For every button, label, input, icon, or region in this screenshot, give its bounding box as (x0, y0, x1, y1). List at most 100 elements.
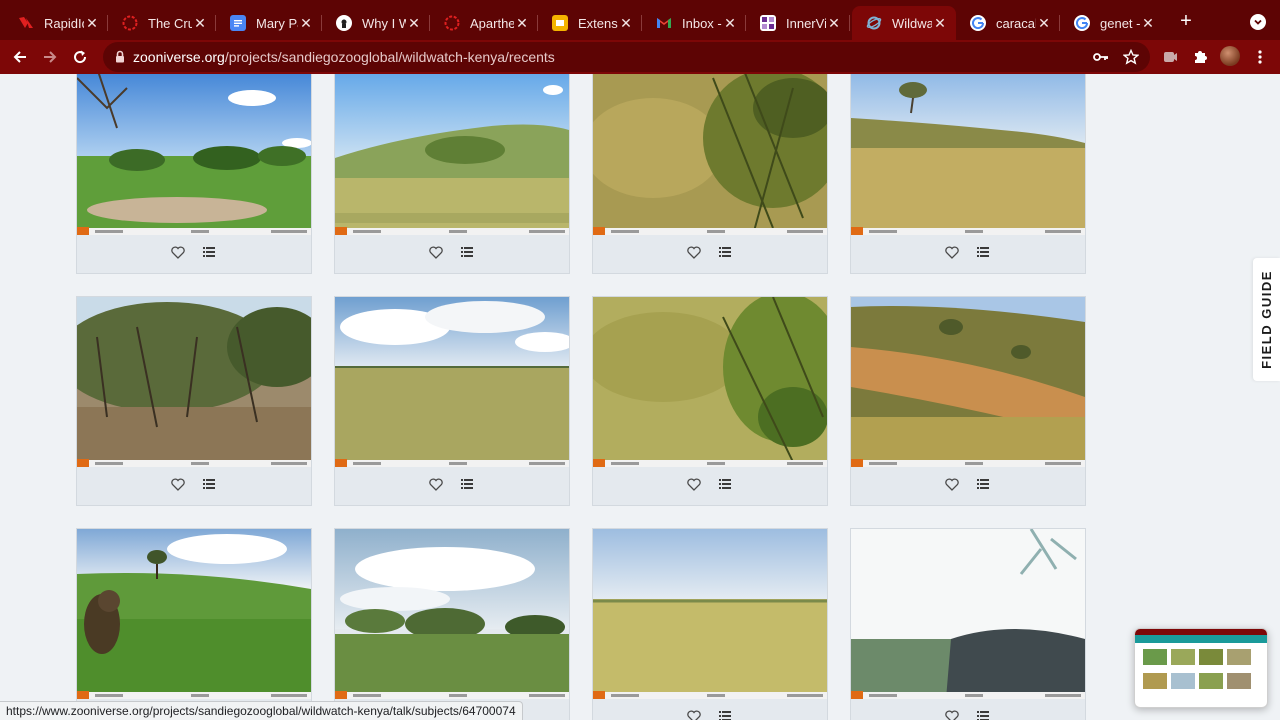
close-tab-icon[interactable]: ✕ (298, 15, 314, 31)
subject-image[interactable] (335, 74, 569, 235)
list-icon[interactable] (716, 243, 734, 261)
browser-menu-kebab-icon[interactable] (1250, 47, 1270, 67)
close-tab-icon[interactable]: ✕ (618, 15, 634, 31)
subject-actions (851, 469, 1085, 499)
close-tab-icon[interactable]: ✕ (192, 15, 208, 31)
subject-image[interactable] (77, 529, 311, 699)
close-tab-icon[interactable]: ✕ (406, 15, 422, 31)
list-icon[interactable] (974, 475, 992, 493)
close-tab-icon[interactable]: ✕ (514, 15, 530, 31)
innerview-icon (760, 15, 776, 31)
camera-info-strip (593, 691, 827, 699)
list-icon[interactable] (974, 707, 992, 720)
list-icon[interactable] (716, 475, 734, 493)
back-button[interactable] (8, 45, 32, 69)
heart-icon[interactable] (427, 243, 445, 261)
subject-image[interactable] (593, 74, 827, 235)
subject-image[interactable] (851, 529, 1085, 699)
address-bar[interactable]: zooniverse.org/projects/sandiegozoogloba… (103, 42, 1150, 72)
password-key-icon[interactable] (1091, 47, 1111, 67)
close-tab-icon[interactable]: ✕ (722, 15, 738, 31)
subject-actions (335, 237, 569, 267)
browser-tab-the-crucible[interactable]: The Cru ✕ (108, 6, 216, 40)
reload-button[interactable] (68, 45, 92, 69)
heart-icon[interactable] (685, 243, 703, 261)
list-icon[interactable] (974, 243, 992, 261)
browser-tab-extension[interactable]: Extensio ✕ (538, 6, 642, 40)
subject-image[interactable] (851, 297, 1085, 467)
browser-tab-why-i[interactable]: Why I W ✕ (322, 6, 430, 40)
heart-icon[interactable] (169, 243, 187, 261)
subject-actions (77, 469, 311, 499)
close-tab-icon[interactable]: ✕ (84, 15, 100, 31)
tab-title: InnerVie (786, 15, 826, 31)
heart-icon[interactable] (943, 707, 961, 720)
extensions-puzzle-icon[interactable] (1190, 47, 1210, 67)
new-tab-button[interactable]: + (1174, 10, 1198, 34)
google-icon (970, 15, 986, 31)
cast-extension-icon[interactable] (1160, 47, 1180, 67)
forward-arrow-icon (44, 51, 57, 63)
field-guide-tab[interactable]: FIELD GUIDE (1253, 258, 1280, 381)
browser-tab-rapididentity[interactable]: RapidIde ✕ (4, 6, 108, 40)
subject-image[interactable] (335, 529, 569, 699)
heart-icon[interactable] (685, 475, 703, 493)
subject-image[interactable] (851, 74, 1085, 235)
bookmark-star-icon[interactable] (1121, 47, 1141, 67)
forward-button[interactable] (38, 45, 62, 69)
heart-icon[interactable] (943, 243, 961, 261)
subject-image[interactable] (335, 297, 569, 467)
camera-logo-icon (335, 227, 347, 235)
camera-info-strip (335, 459, 569, 467)
heart-icon[interactable] (169, 475, 187, 493)
subject-actions (593, 469, 827, 499)
heart-icon[interactable] (943, 475, 961, 493)
camera-info-strip (851, 691, 1085, 699)
list-icon[interactable] (458, 475, 476, 493)
subject-image[interactable] (77, 74, 311, 235)
google-icon (1074, 15, 1090, 31)
list-icon[interactable] (200, 475, 218, 493)
close-tab-icon[interactable]: ✕ (1140, 15, 1156, 31)
browser-tab-inbox[interactable]: Inbox - ✕ (642, 6, 746, 40)
tab-search-icon[interactable] (1250, 14, 1266, 30)
close-tab-icon[interactable]: ✕ (1036, 15, 1052, 31)
close-tab-icon[interactable]: ✕ (932, 15, 948, 31)
camera-logo-icon (851, 691, 863, 699)
list-icon[interactable] (200, 243, 218, 261)
tab-title: Mary Par (256, 15, 298, 31)
browser-tab-wildwatch[interactable]: Wildwat ✕ (852, 6, 956, 40)
browser-tab-innerview[interactable]: InnerVie ✕ (746, 6, 850, 40)
tab-title: Wildwat (892, 15, 932, 31)
subject-card (592, 74, 828, 274)
close-tab-icon[interactable]: ✕ (826, 15, 842, 31)
tab-title: genet - (1100, 15, 1140, 31)
subject-image[interactable] (77, 297, 311, 467)
camera-info-strip (335, 227, 569, 235)
profile-avatar[interactable] (1220, 46, 1240, 66)
subject-card (592, 296, 828, 506)
browser-toolbar: zooniverse.org/projects/sandiegozoogloba… (0, 40, 1280, 74)
browser-tab-genet[interactable]: genet - ✕ (1060, 6, 1164, 40)
tab-title: caracal (996, 15, 1036, 31)
browser-tab-apartheid[interactable]: Apartheı ✕ (430, 6, 538, 40)
browser-tab-caracal[interactable]: caracal ✕ (956, 6, 1060, 40)
subject-card (76, 74, 312, 274)
subject-actions (851, 701, 1085, 720)
tab-title: The Cru (148, 15, 192, 31)
ring-logo-icon (122, 15, 138, 31)
medium-logo-icon (336, 15, 352, 31)
subject-image[interactable] (593, 529, 827, 699)
list-icon[interactable] (716, 707, 734, 720)
camera-info-strip (593, 459, 827, 467)
browser-tab-mary-parker[interactable]: Mary Par ✕ (216, 6, 322, 40)
camera-logo-icon (593, 227, 605, 235)
list-icon[interactable] (458, 243, 476, 261)
camera-info-strip (77, 691, 311, 699)
url-text: zooniverse.org/projects/sandiegozoogloba… (133, 49, 555, 65)
subject-image[interactable] (593, 297, 827, 467)
heart-icon[interactable] (685, 707, 703, 720)
reload-icon (74, 50, 87, 64)
heart-icon[interactable] (427, 475, 445, 493)
camera-logo-icon (593, 459, 605, 467)
